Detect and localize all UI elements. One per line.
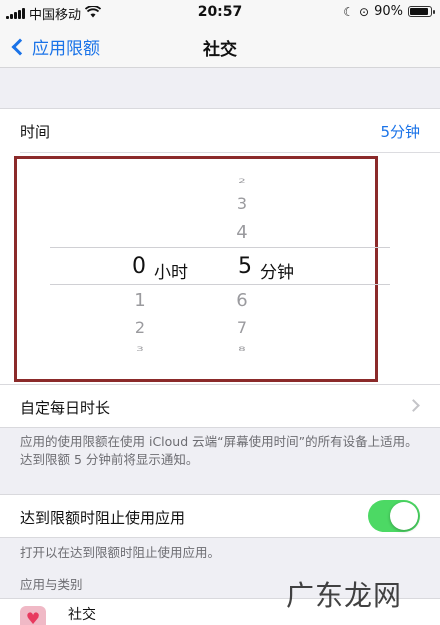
minutes-option[interactable]: 4 [230,222,254,243]
social-category-icon: ♥ [20,606,46,625]
picker-selection-band [50,247,390,285]
battery-icon [408,6,435,17]
minutes-option[interactable]: 6 [230,290,254,311]
minutes-option[interactable]: 3 [230,194,254,213]
watermark: 广东龙网 [285,579,402,612]
time-row-label: 时间 [20,123,51,141]
time-row[interactable]: 时间 5分钟 [0,108,440,152]
time-row-value: 5分钟 [380,123,420,141]
status-right: ☾ ⊙ 90% [343,4,435,19]
chevron-right-icon [407,399,420,412]
block-footer-note: 打开以在达到限额时阻止使用应用。 [20,545,221,560]
block-at-limit-row: 达到限额时阻止使用应用 [0,494,440,538]
minutes-selected[interactable]: 5 [238,254,252,279]
app-item-label[interactable]: 社交 [68,604,96,624]
battery-percent: 90% [374,4,403,19]
minutes-option[interactable]: 8 [230,346,254,353]
divider [20,152,440,153]
custom-daily-row[interactable]: 自定每日时长 [0,384,440,428]
block-at-limit-label: 达到限额时阻止使用应用 [20,509,186,527]
minutes-option[interactable]: 2 [230,178,254,185]
custom-daily-label: 自定每日时长 [20,399,111,417]
hours-option[interactable]: 2 [128,318,152,337]
moon-icon: ☾ [343,4,355,19]
rotation-lock-icon: ⊙ [359,4,370,19]
minutes-unit: 分钟 [260,263,294,283]
page-title: 社交 [203,40,237,60]
minutes-option[interactable]: 7 [230,318,254,337]
hours-unit: 小时 [154,263,188,283]
hours-option[interactable]: 3 [128,346,152,353]
block-at-limit-toggle[interactable] [368,500,420,532]
nav-bar: 应用限额 社交 [0,24,440,68]
hours-selected[interactable]: 0 [132,254,146,279]
toggle-knob [390,502,418,530]
custom-footer-note: 应用的使用限额在使用 iCloud 云端“屏幕使用时间”的所有设备上适用。达到限… [20,434,418,467]
hours-option[interactable]: 1 [128,290,152,311]
status-bar: 中国移动 20:57 ☾ ⊙ 90% [0,0,440,24]
